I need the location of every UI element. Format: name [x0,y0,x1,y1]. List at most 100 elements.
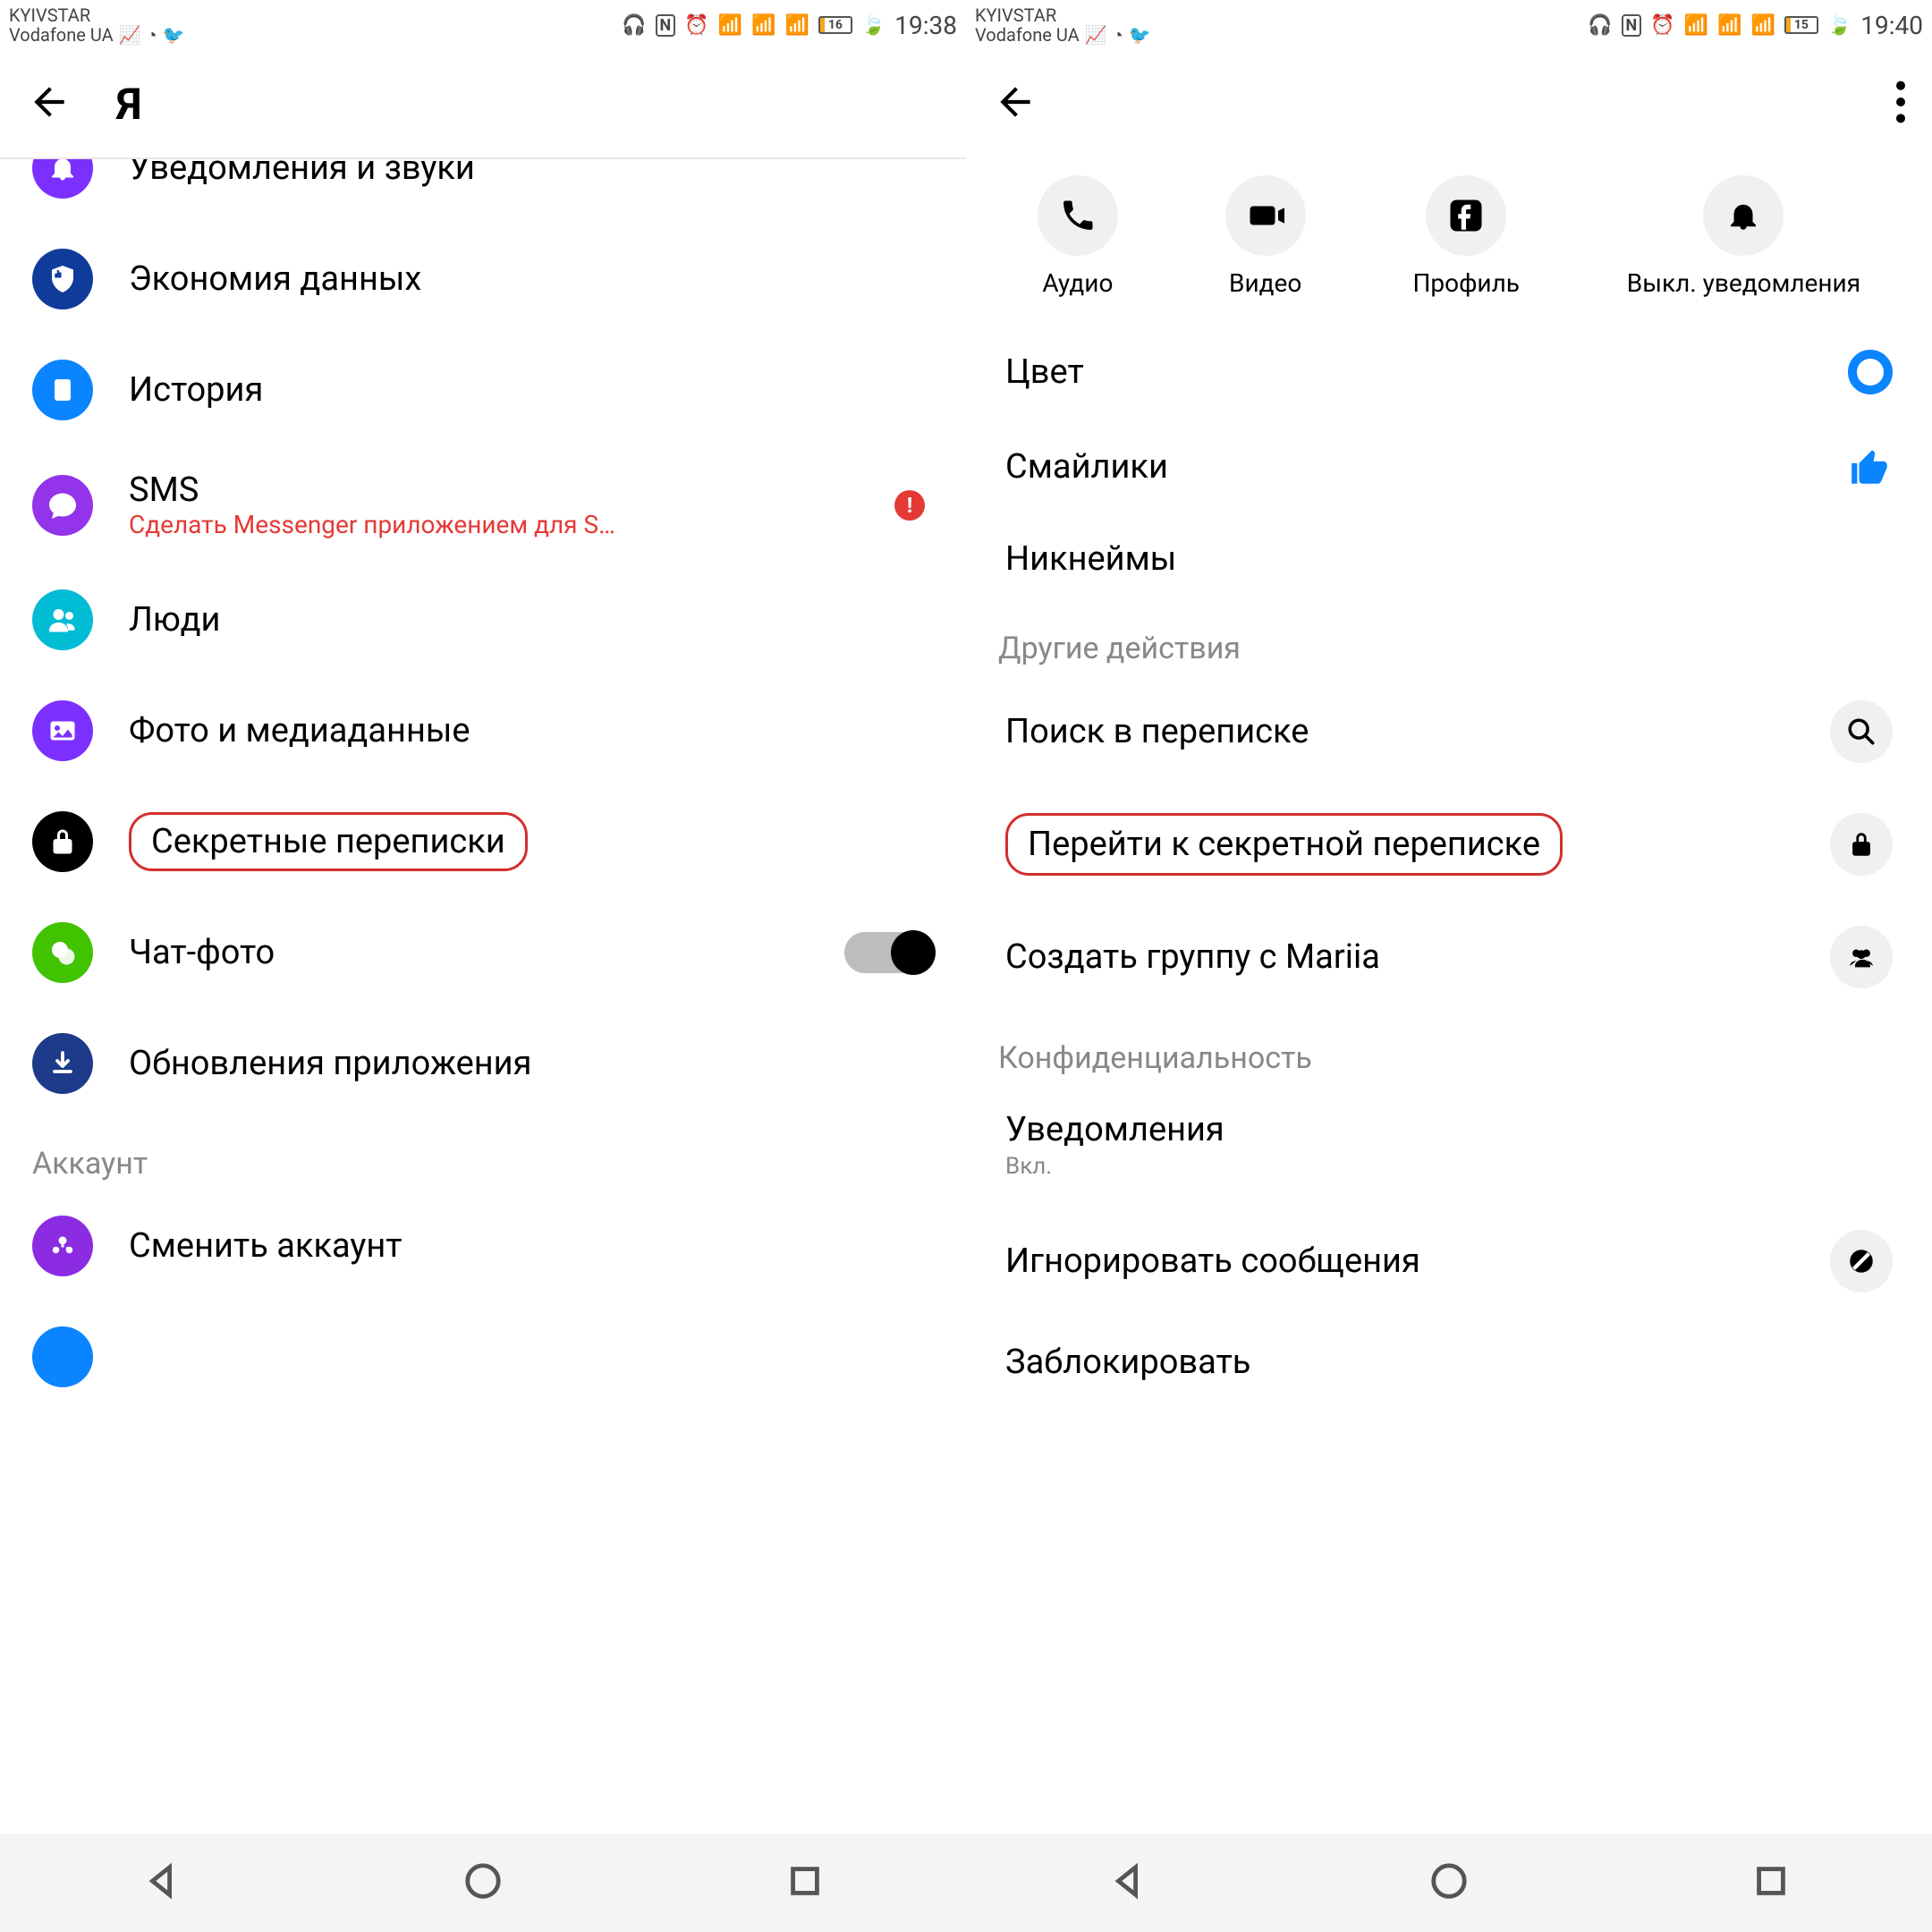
shield-icon [32,249,93,309]
download-icon [32,1033,93,1094]
setting-switch-account[interactable]: Сменить аккаунт [0,1191,966,1301]
fb-icon [1426,175,1506,256]
nav-back[interactable] [1106,1860,1148,1905]
color-indicator [1848,350,1893,394]
nav-recent[interactable] [1750,1860,1792,1905]
quick-label: Аудио [1042,268,1113,298]
setting-photo[interactable]: Фото и медиаданные [0,675,966,786]
app-bar: Я [0,50,966,157]
setting-label: Люди [129,600,934,640]
quick-video[interactable]: Видео [1225,175,1306,298]
square-icon [32,360,93,420]
android-navbar [966,1834,1932,1932]
row-item[interactable]: Игнорировать сообщения [966,1205,1932,1318]
phone-icon [1038,175,1118,256]
row-label: Поиск в переписке [1005,712,1309,751]
carrier-2: Vodafone UA [975,25,1080,45]
row-item[interactable]: Никнеймы [966,514,1932,604]
carrier-1: KYIVSTAR [975,5,1151,25]
row-item[interactable]: Поиск в переписке [966,675,1932,788]
quick-fb[interactable]: Профиль [1412,175,1520,298]
row-item[interactable]: Создать группу с Mariia [966,901,1932,1013]
block-icon [1830,1230,1893,1292]
quick-label: Профиль [1412,268,1520,298]
carrier-1: KYIVSTAR [9,5,185,25]
nav-recent[interactable] [784,1860,826,1905]
row-label: Цвет [1005,352,1084,392]
quick-phone[interactable]: Аудио [1038,175,1118,298]
setting-label: Фото и медиаданные [129,711,934,750]
back-button[interactable] [27,80,72,128]
section-other-actions: Другие действия [966,604,1932,675]
back-button[interactable] [993,80,1038,128]
quick-label: Видео [1229,268,1301,298]
setting-label: Обновления приложения [129,1044,934,1083]
quick-label: Выкл. уведомления [1627,268,1860,298]
row-label: Заблокировать [1005,1343,1250,1382]
nav-home[interactable] [462,1860,504,1905]
setting-label: Сменить аккаунт [129,1226,934,1266]
row-item[interactable]: Смайлики [966,419,1932,514]
chat-details[interactable]: Аудио Видео Профиль Выкл. уведомления Цвет С… [966,157,1932,1834]
quick-bell[interactable]: Выкл. уведомления [1627,175,1860,298]
setting-label: Уведомления и звуки [129,159,934,188]
battery-pct: 15 [1794,18,1809,32]
row-label: Перейти к секретной переписке [1005,825,1563,864]
setting-label: SMS [129,470,859,510]
setting-label: Экономия данных [129,259,934,299]
circles-icon [32,922,93,983]
lock-icon [1830,813,1893,876]
setting-bell[interactable]: Уведомления и звуки [0,159,966,224]
more-button[interactable] [1896,80,1905,128]
row-item[interactable]: Заблокировать [966,1318,1932,1407]
setting-sublabel: Сделать Messenger приложением для S… [129,510,859,539]
status-bar: KYIVSTAR Vodafone UA 📈 ◔ 🐦 🎧N⏰📶📶📶 16 🍃 1… [0,0,966,50]
android-navbar [0,1834,966,1932]
setting-people[interactable]: Люди [0,564,966,675]
chat-icon [32,475,93,536]
app-bar [966,50,1932,157]
row-label: Уведомления [1005,1110,1224,1149]
search-icon [1830,700,1893,763]
battery-pct: 16 [828,18,843,32]
status-right: 🎧N⏰📶📶📶 16 🍃 19:38 [622,11,957,40]
carrier-2: Vodafone UA [9,25,114,45]
setting-download[interactable]: Обновления приложения [0,1008,966,1119]
row-item[interactable]: Уведомления Вкл. [966,1085,1932,1205]
thumb-icon [1848,445,1893,489]
setting-lock[interactable]: Секретные переписки [0,786,966,897]
quick-actions: Аудио Видео Профиль Выкл. уведомления [966,157,1932,325]
row-label: Никнеймы [1005,539,1176,579]
status-bar: KYIVSTAR Vodafone UA 📈 ◔ 🐦 🎧N⏰📶📶📶 15 🍃 1… [966,0,1932,50]
clock: 19:38 [894,11,957,40]
setting-chat[interactable]: SMSСделать Messenger приложением для S… … [0,445,966,564]
row-item[interactable]: Перейти к секретной переписке [966,788,1932,901]
clock: 19:40 [1860,11,1923,40]
setting-shield[interactable]: Экономия данных [0,224,966,335]
row-label: Игнорировать сообщения [1005,1241,1420,1281]
setting-label: Чат-фото [129,933,809,972]
status-right: 🎧N⏰📶📶📶 15 🍃 19:40 [1588,11,1923,40]
toggle[interactable] [844,932,934,973]
nav-home[interactable] [1428,1860,1470,1905]
setting-label: Секретные переписки [129,812,934,871]
nav-back[interactable] [140,1860,182,1905]
people-icon [32,589,93,650]
settings-list[interactable]: Уведомления и звуки Экономия данных Исто… [0,159,966,1834]
switch-icon [32,1216,93,1276]
photo-icon [32,700,93,761]
left-screen: KYIVSTAR Vodafone UA 📈 ◔ 🐦 🎧N⏰📶📶📶 16 🍃 1… [0,0,966,1932]
row-sublabel: Вкл. [1005,1153,1224,1180]
setting-label: История [129,370,934,410]
section-privacy: Конфиденциальность [966,1013,1932,1085]
bell-icon [32,159,93,199]
row-item[interactable]: Цвет [966,325,1932,419]
right-screen: KYIVSTAR Vodafone UA 📈 ◔ 🐦 🎧N⏰📶📶📶 15 🍃 1… [966,0,1932,1932]
row-label: Смайлики [1005,447,1168,487]
lock-icon [32,811,93,872]
setting-square[interactable]: История [0,335,966,445]
setting-circles[interactable]: Чат-фото [0,897,966,1008]
warning-badge: ! [894,490,925,521]
page-title: Я [116,79,141,130]
video-icon [1225,175,1306,256]
